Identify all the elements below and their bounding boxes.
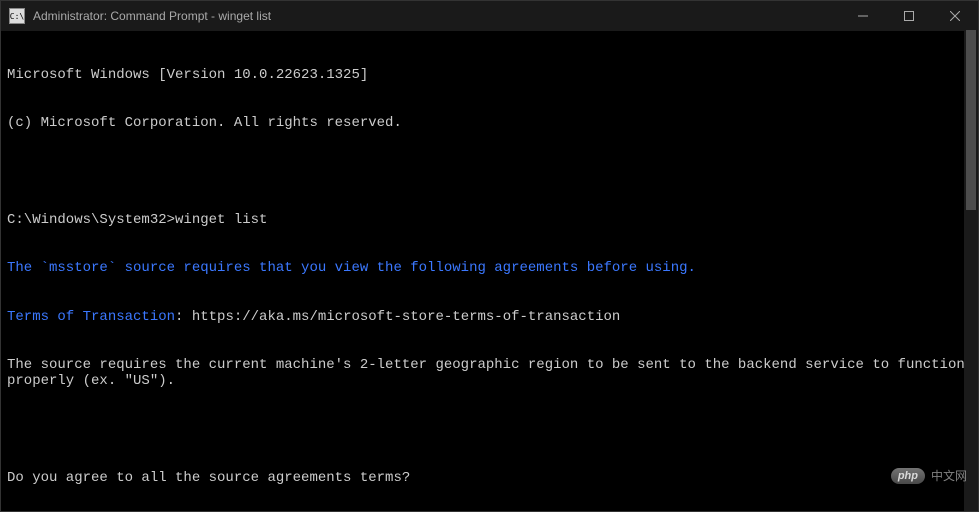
watermark-text: 中文网 [931, 467, 967, 484]
blank-line [7, 421, 972, 437]
terms-url: https://aka.ms/microsoft-store-terms-of-… [192, 309, 620, 325]
watermark: php 中文网 [891, 467, 967, 484]
close-icon [950, 11, 960, 21]
blank-line [7, 164, 972, 180]
prompt-line: C:\Windows\System32>winget list [7, 212, 972, 228]
window-controls [840, 1, 978, 31]
terms-line: Terms of Transaction: https://aka.ms/mic… [7, 309, 972, 325]
copyright-line: (c) Microsoft Corporation. All rights re… [7, 115, 972, 131]
agree-question: Do you agree to all the source agreement… [7, 470, 972, 486]
minimize-icon [858, 11, 868, 21]
prompt-path: C:\Windows\System32> [7, 212, 175, 228]
minimize-button[interactable] [840, 1, 886, 31]
maximize-button[interactable] [886, 1, 932, 31]
maximize-icon [904, 11, 914, 21]
terms-separator: : [175, 309, 192, 325]
version-line: Microsoft Windows [Version 10.0.22623.13… [7, 67, 972, 83]
app-icon: C:\ [9, 8, 25, 24]
titlebar[interactable]: C:\ Administrator: Command Prompt - wing… [1, 1, 978, 31]
window-title: Administrator: Command Prompt - winget l… [33, 9, 840, 23]
msstore-notice: The `msstore` source requires that you v… [7, 260, 972, 276]
region-notice: The source requires the current machine'… [7, 357, 972, 389]
scrollbar-thumb[interactable] [966, 30, 976, 210]
watermark-badge: php [891, 468, 925, 484]
close-button[interactable] [932, 1, 978, 31]
prompt-command: winget list [175, 212, 267, 228]
command-prompt-window: C:\ Administrator: Command Prompt - wing… [0, 0, 979, 512]
scrollbar-track[interactable] [964, 30, 978, 511]
terminal-output[interactable]: Microsoft Windows [Version 10.0.22623.13… [1, 31, 978, 511]
terms-label: Terms of Transaction [7, 309, 175, 325]
